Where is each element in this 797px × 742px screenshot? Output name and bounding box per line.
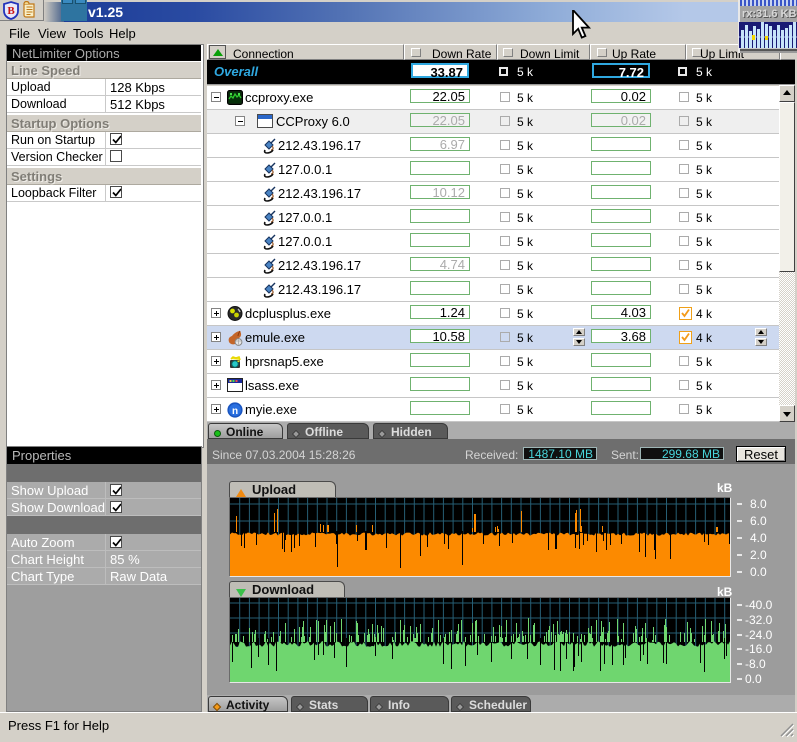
svg-text:B: B: [7, 5, 15, 17]
svg-text:n: n: [232, 406, 238, 417]
